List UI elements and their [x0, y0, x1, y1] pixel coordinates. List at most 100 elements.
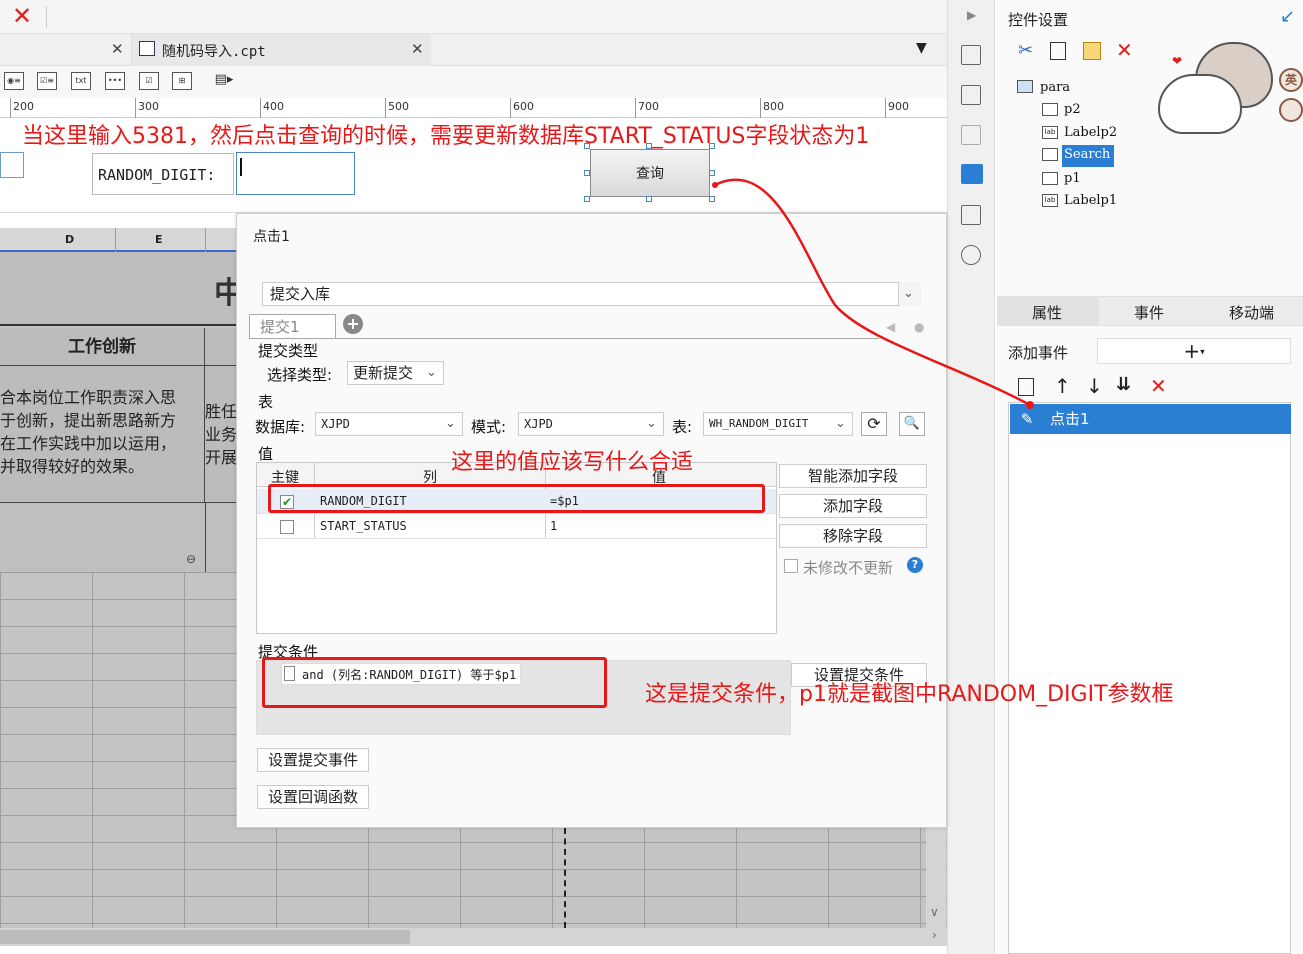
tab-events[interactable]: 事件: [1134, 302, 1164, 323]
copy-icon[interactable]: [1050, 42, 1066, 60]
event-item[interactable]: ✎ 点击1: [1010, 404, 1291, 434]
set-submit-event-button[interactable]: 设置提交事件: [257, 748, 370, 772]
ime-skin-icon[interactable]: [1279, 98, 1303, 122]
move-up-icon[interactable]: ↑: [1054, 374, 1071, 398]
search-table-icon[interactable]: 🔍: [899, 412, 925, 436]
form-icon: [1017, 80, 1033, 93]
no-update-label: 未修改不更新: [803, 559, 894, 577]
query-button[interactable]: 查询: [590, 149, 710, 197]
dialog-title: 点击1: [253, 229, 290, 245]
close-icon[interactable]: ✕: [12, 3, 32, 29]
search-button-icon: [1042, 148, 1058, 161]
content-cell: 合本岗位工作职责深入思 于创新，提出新思路新方 在工作实践中加以运用， 并取得较…: [0, 366, 205, 502]
cut-icon[interactable]: ✂: [1018, 40, 1033, 61]
password-icon[interactable]: •••: [105, 72, 125, 90]
text-caret: [240, 158, 242, 176]
row-value[interactable]: 1: [550, 519, 557, 533]
ruler-tick: 300: [138, 100, 159, 113]
title-cell: [0, 252, 236, 326]
schema-label: 模式:: [471, 418, 507, 436]
condition-attr-icon[interactable]: [961, 125, 981, 145]
tree-item-labelp1[interactable]: Labelp1: [1064, 193, 1117, 208]
delete-icon[interactable]: ✕: [1116, 38, 1133, 62]
add-tab-icon[interactable]: +: [343, 314, 363, 334]
row-column-name[interactable]: START_STATUS: [320, 519, 407, 533]
chevron-down-icon: ⌄: [445, 416, 456, 431]
p2-input[interactable]: [0, 152, 24, 178]
tree-item-search[interactable]: Search: [1064, 147, 1110, 162]
submit-type-heading: 提交类型: [258, 342, 319, 360]
scroll-down-icon[interactable]: ∨: [930, 905, 939, 919]
expand-arrow-icon[interactable]: ▶: [967, 8, 976, 22]
random-digit-input[interactable]: [236, 152, 355, 195]
column-header: [0, 228, 236, 252]
annotation-value-question: 这里的值应该写什么合适: [451, 450, 694, 475]
tab-mobile[interactable]: 移动端: [1229, 302, 1274, 323]
paste-icon[interactable]: [1083, 42, 1101, 60]
tree-item-labelp2[interactable]: Labelp2: [1064, 125, 1117, 140]
more-widgets-icon[interactable]: ▤▸: [214, 72, 234, 90]
tree-item-para[interactable]: para: [1040, 80, 1070, 95]
checkbox-group-icon[interactable]: ☑≡: [37, 72, 57, 90]
tab-menu-icon[interactable]: ▼: [916, 40, 927, 56]
collapse-icon[interactable]: ↙: [1280, 6, 1295, 27]
table-label: 表:: [672, 418, 693, 436]
random-digit-label: RANDOM_DIGIT:: [92, 153, 234, 195]
resize-handle[interactable]: [646, 196, 652, 202]
heading-cell: 工作创新: [0, 328, 205, 366]
tab-submit1[interactable]: 提交1: [249, 314, 336, 338]
resize-handle[interactable]: [584, 170, 590, 176]
tree-widget-icon[interactable]: ⊞: [172, 72, 192, 90]
tree-item-p1[interactable]: p1: [1064, 171, 1081, 186]
page-break-line: [564, 828, 566, 928]
tab-close-icon[interactable]: ✕: [411, 40, 424, 58]
primary-key-checkbox[interactable]: [280, 520, 294, 534]
no-update-checkbox[interactable]: [784, 559, 798, 573]
move-bottom-icon[interactable]: ⇊: [1116, 374, 1131, 395]
cell-element-icon[interactable]: [961, 85, 981, 105]
add-event-button[interactable]: +▾: [1097, 338, 1291, 364]
heart-icon: ❤: [1172, 54, 1183, 68]
cell-attr-icon[interactable]: [961, 45, 981, 65]
checkbox-icon[interactable]: ☑: [139, 72, 159, 90]
help-icon[interactable]: ?: [907, 557, 923, 573]
tree-item-p2[interactable]: p2: [1064, 102, 1081, 117]
column-header-d[interactable]: D: [65, 233, 74, 246]
table-select[interactable]: WH_RANDOM_DIGIT: [703, 412, 853, 436]
ruler-tick: 700: [638, 100, 659, 113]
scroll-right-icon[interactable]: ›: [932, 928, 937, 942]
text-field-icon[interactable]: txt: [71, 72, 91, 90]
chevron-down-icon: ⌄: [835, 416, 846, 431]
database-select[interactable]: XJPD: [315, 412, 463, 436]
schema-select[interactable]: XJPD: [518, 412, 664, 436]
panel-title: 控件设置: [1008, 11, 1069, 29]
ruler-tick: 200: [13, 100, 34, 113]
scrollbar-thumb[interactable]: [0, 930, 410, 944]
ruler-tick: 600: [513, 100, 534, 113]
mascot-cat-sticker: [1158, 74, 1242, 134]
ruler-tick: 400: [263, 100, 284, 113]
resize-handle[interactable]: [584, 196, 590, 202]
radio-group-icon[interactable]: ◉≡: [4, 72, 24, 90]
ruler-tick: 800: [763, 100, 784, 113]
add-field-button[interactable]: 添加字段: [779, 494, 927, 518]
set-callback-button[interactable]: 设置回调函数: [257, 785, 370, 809]
float-element-icon: ⊖: [186, 552, 197, 566]
move-down-icon[interactable]: ↓: [1086, 374, 1103, 398]
chevron-down-icon: ⌄: [646, 416, 657, 431]
ime-language-badge[interactable]: 英: [1279, 68, 1303, 92]
ruler-tick: 900: [888, 100, 909, 113]
tab-close-icon[interactable]: ✕: [111, 40, 124, 58]
refresh-icon[interactable]: ⟳: [861, 412, 887, 436]
ruler-tick: 500: [388, 100, 409, 113]
annotation-arrow: [712, 178, 1034, 409]
remove-field-button[interactable]: 移除字段: [779, 524, 927, 548]
highlight-box-condition: [262, 657, 607, 708]
value-heading: 值: [258, 445, 274, 463]
smart-add-field-button[interactable]: 智能添加字段: [779, 464, 927, 488]
tab-label[interactable]: 随机码导入.cpt: [162, 41, 266, 61]
textbox-icon: [1042, 103, 1058, 116]
column-header-e[interactable]: E: [155, 233, 163, 246]
delete-event-icon[interactable]: ✕: [1150, 374, 1167, 398]
label-icon: lab: [1042, 126, 1058, 139]
